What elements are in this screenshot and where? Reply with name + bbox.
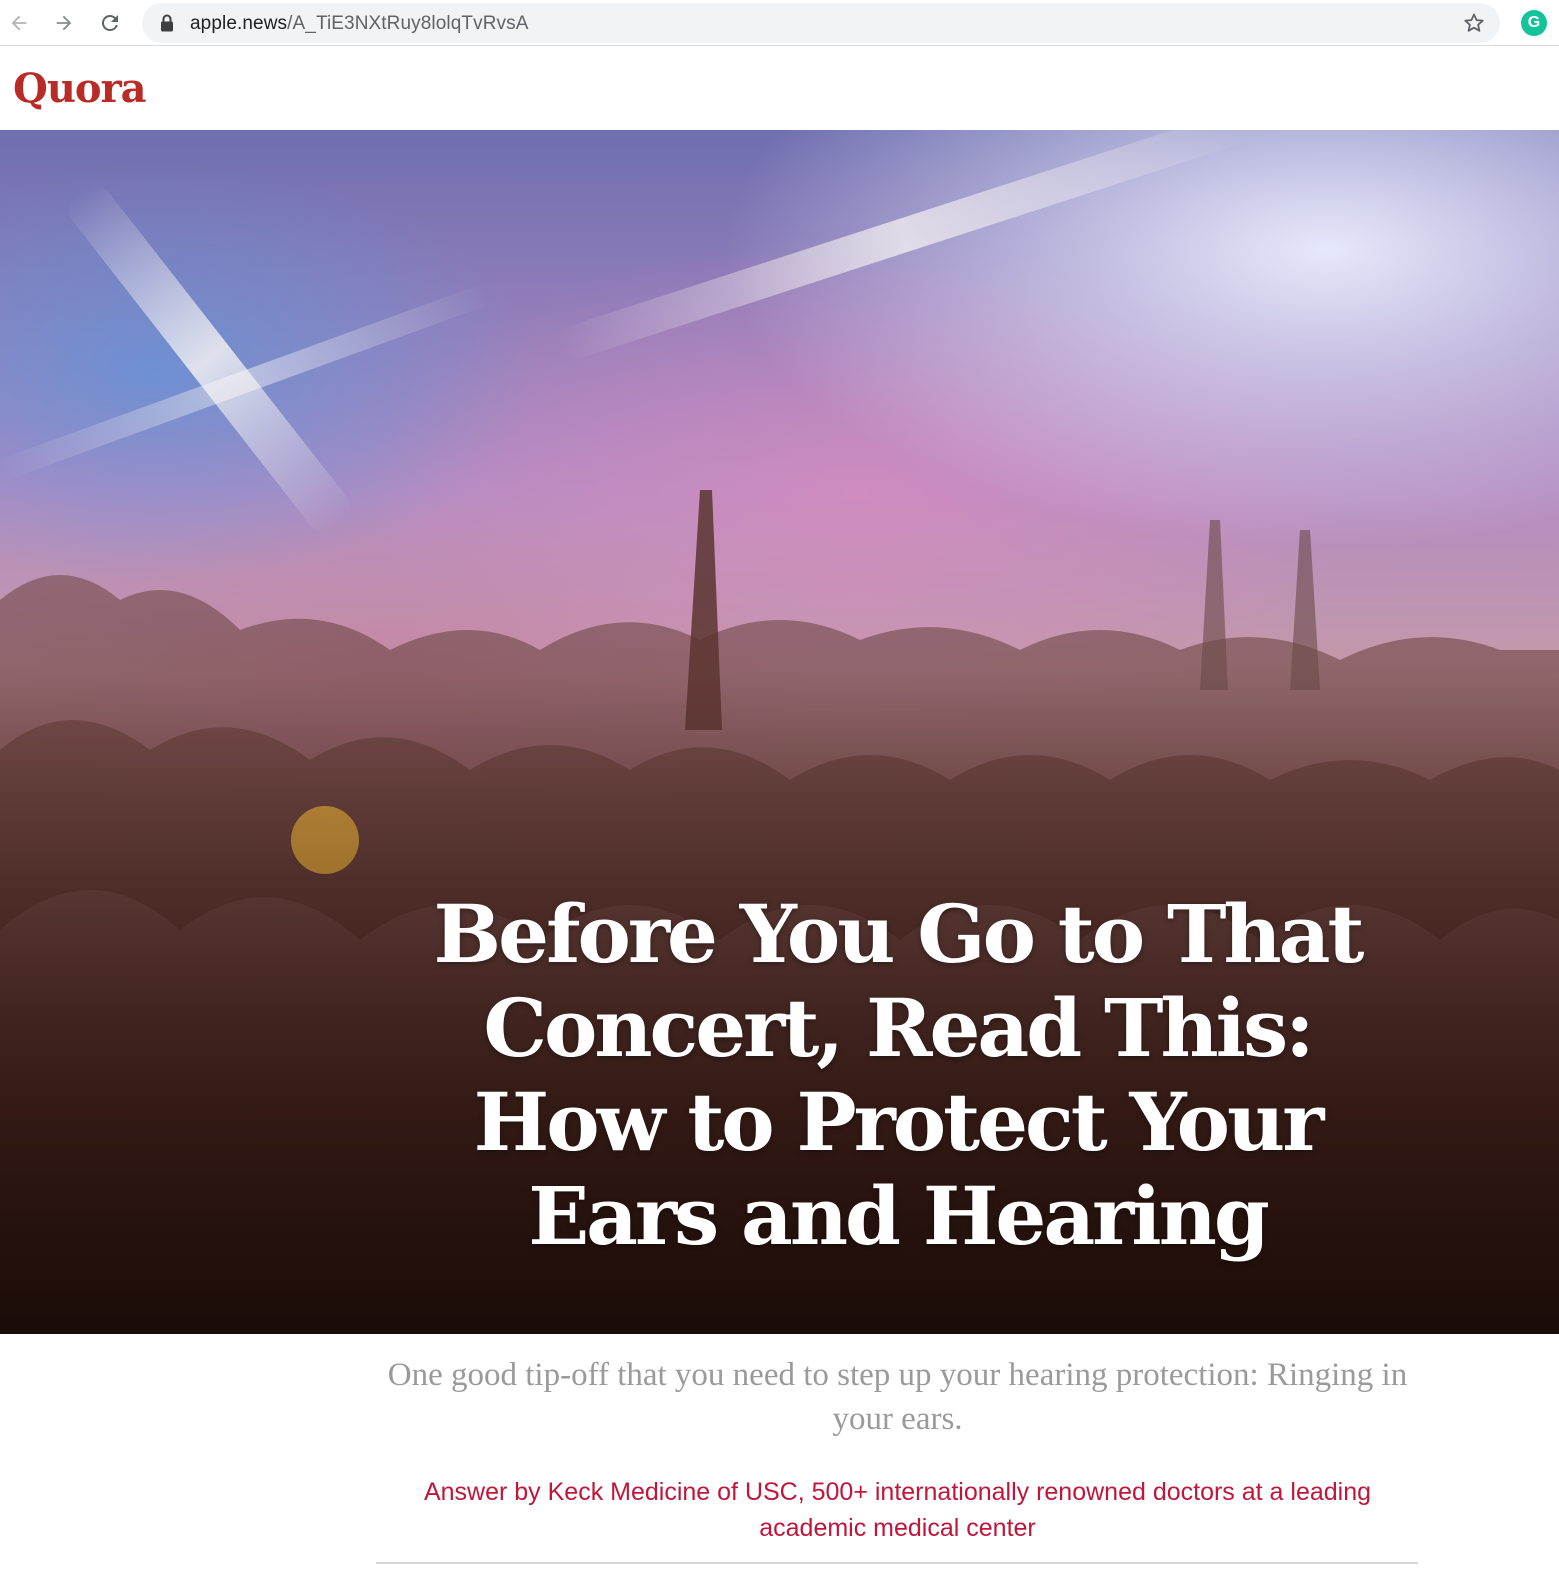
lock-icon[interactable]: [160, 14, 174, 32]
divider: [376, 1562, 1418, 1564]
url-text[interactable]: apple.news/A_TiE3NXtRuy8lolqTvRvsA: [190, 13, 529, 35]
hero-image: Before You Go to That Concert, Read This…: [0, 130, 1559, 1334]
arrow-right-icon: [56, 15, 72, 31]
browser-toolbar: apple.news/A_TiE3NXtRuy8lolqTvRvsA G: [0, 0, 1559, 46]
article-subtitle: One good tip-off that you need to step u…: [387, 1357, 1408, 1437]
url-path: /A_TiE3NXtRuy8lolqTvRvsA: [287, 13, 529, 34]
address-bar[interactable]: apple.news/A_TiE3NXtRuy8lolqTvRvsA: [142, 3, 1500, 43]
back-button[interactable]: [4, 8, 34, 38]
article-title: Before You Go to That Concert, Read This…: [433, 887, 1365, 1263]
reload-icon: [101, 14, 118, 31]
article-byline[interactable]: Answer by Keck Medicine of USC, 500+ int…: [370, 1474, 1425, 1546]
grammarly-icon[interactable]: G: [1521, 10, 1547, 36]
quora-logo[interactable]: Quora: [13, 65, 147, 112]
arrow-left-icon: [11, 15, 27, 31]
url-domain: apple.news: [190, 13, 288, 34]
byline-link[interactable]: Answer by Keck Medicine of USC, 500+ int…: [424, 1478, 1371, 1542]
star-icon[interactable]: [1462, 11, 1486, 35]
reload-button[interactable]: [95, 8, 125, 38]
forward-button[interactable]: [49, 8, 79, 38]
publisher-header: Quora: [0, 47, 1559, 130]
